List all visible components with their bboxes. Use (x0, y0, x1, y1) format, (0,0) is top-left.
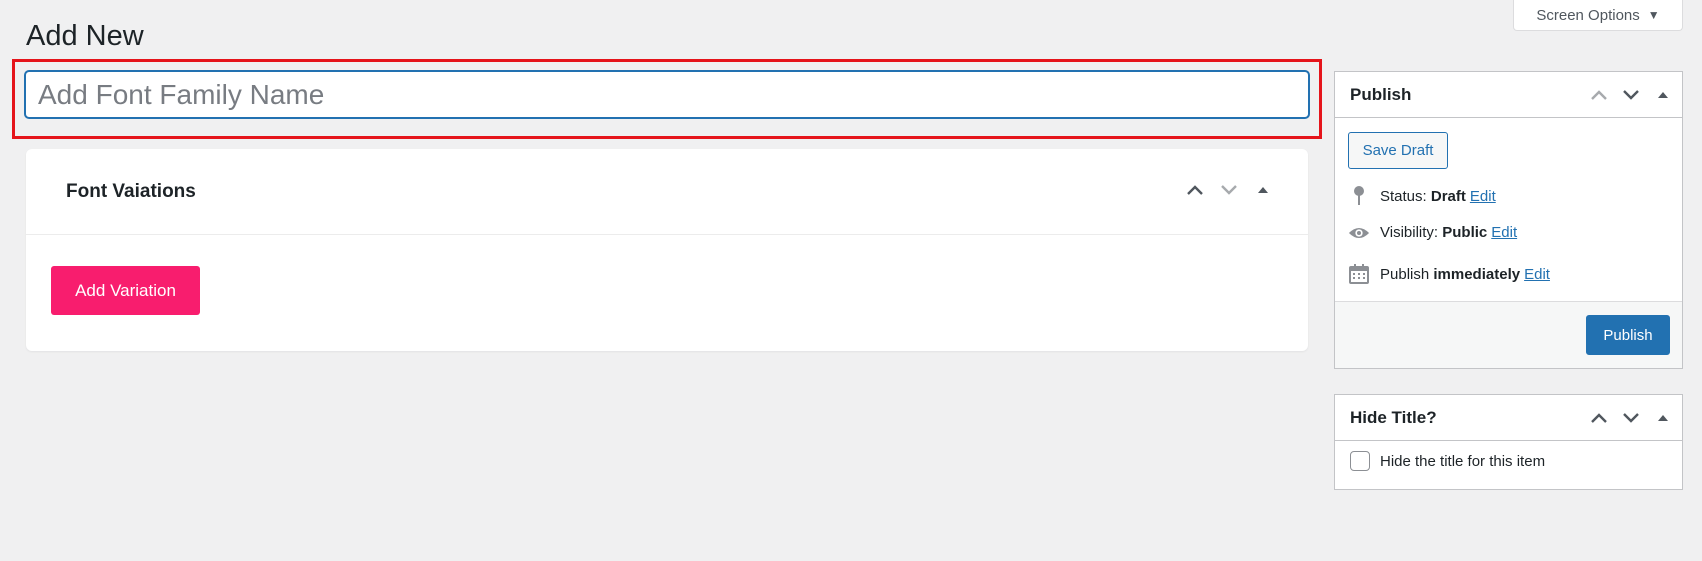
edit-visibility-link[interactable]: Edit (1491, 224, 1517, 241)
edit-status-link[interactable]: Edit (1470, 188, 1496, 205)
eye-icon (1348, 225, 1370, 241)
save-draft-button[interactable]: Save Draft (1348, 132, 1448, 169)
triangle-up-icon[interactable] (1252, 179, 1274, 201)
visibility-row: Visibility: Public Edit (1348, 224, 1517, 241)
publish-label: Publish (1380, 265, 1430, 283)
calendar-icon (1348, 264, 1370, 284)
status-value: Draft (1430, 187, 1466, 205)
page-title: Add New (26, 20, 144, 52)
triangle-down-icon: ▼ (1647, 8, 1660, 22)
screen-options-label: Screen Options (1536, 6, 1640, 24)
chevron-up-icon[interactable] (1588, 84, 1610, 106)
pin-icon (1348, 185, 1370, 207)
screen-options-button[interactable]: Screen Options ▼ (1513, 0, 1683, 31)
hide-title-checkbox-label: Hide the title for this item (1380, 452, 1546, 470)
chevron-up-icon[interactable] (1588, 407, 1610, 429)
edit-schedule-link[interactable]: Edit (1524, 266, 1550, 283)
visibility-value: Public (1442, 224, 1488, 241)
chevron-down-icon[interactable] (1620, 84, 1642, 106)
hide-title-option: Hide the title for this item (1350, 451, 1545, 471)
publish-value: immediately (1433, 265, 1521, 283)
publish-actions: Publish (1335, 301, 1682, 368)
add-variation-button[interactable]: Add Variation (51, 266, 200, 315)
publish-handles (1588, 84, 1674, 106)
hide-title-title: Hide Title? (1350, 407, 1437, 427)
hide-title-handles (1588, 407, 1674, 429)
font-variations-header: Font Vaiations (26, 149, 1308, 235)
font-family-name-input[interactable] (25, 71, 1309, 118)
hide-title-checkbox[interactable] (1350, 451, 1370, 471)
status-row: Status: Draft Edit (1348, 185, 1496, 207)
chevron-down-icon[interactable] (1620, 407, 1642, 429)
triangle-up-icon[interactable] (1652, 84, 1674, 106)
publish-header: Publish (1335, 72, 1682, 118)
chevron-down-icon[interactable] (1218, 179, 1240, 201)
font-variations-panel: Font Vaiations Add Variation (26, 149, 1308, 351)
hide-title-panel: Hide Title? Hide the title for this item (1334, 394, 1683, 490)
panel-handles (1184, 179, 1274, 201)
visibility-label: Visibility: (1380, 224, 1439, 241)
hide-title-header: Hide Title? (1335, 395, 1682, 441)
triangle-up-icon[interactable] (1652, 407, 1674, 429)
publish-button[interactable]: Publish (1586, 315, 1670, 355)
chevron-up-icon[interactable] (1184, 179, 1206, 201)
font-variations-title: Font Vaiations (66, 180, 196, 202)
schedule-row: Publish immediately Edit (1348, 264, 1550, 284)
status-label: Status: (1380, 187, 1427, 205)
publish-panel: Publish Save Draft Status: Draft Edit Vis… (1334, 71, 1683, 369)
publish-title: Publish (1350, 84, 1412, 104)
